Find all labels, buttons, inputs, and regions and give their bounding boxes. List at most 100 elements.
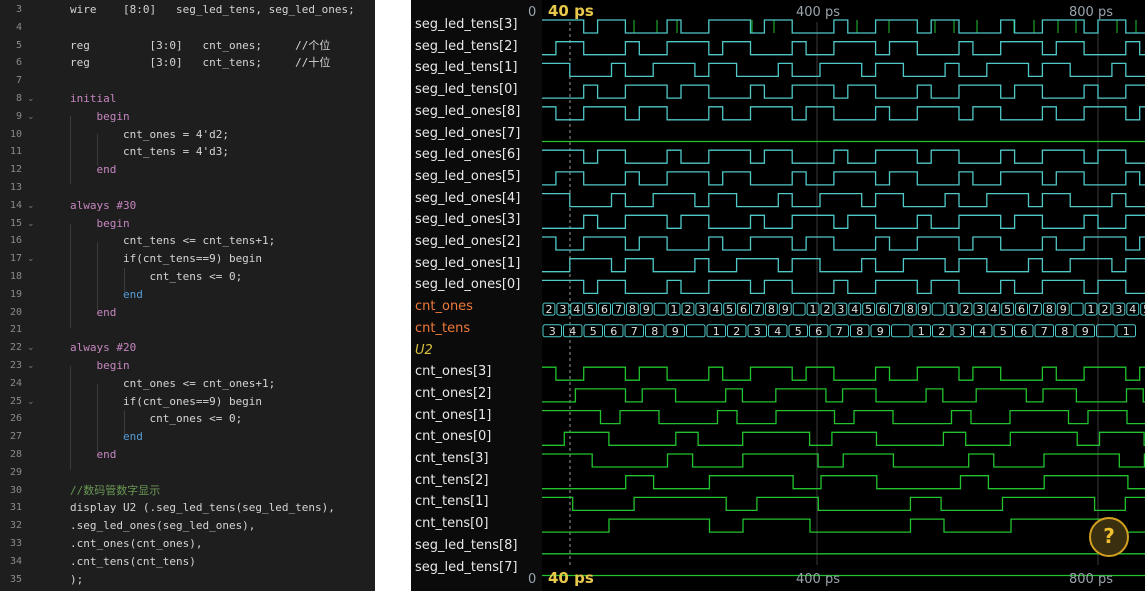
code-line[interactable]: end (70, 161, 116, 179)
code-line[interactable]: cnt_ones = 4'd2; (70, 126, 229, 144)
signal-waveform (542, 409, 1145, 425)
line-number: 10 (9, 128, 22, 140)
code-line[interactable]: cnt_tens <= cnt_tens+1; (70, 232, 275, 250)
bus-value-label: 6 (740, 303, 747, 316)
bus-value-label: 5 (1004, 303, 1011, 316)
bus-value-label: 3 (754, 325, 761, 338)
code-line[interactable]: end (70, 304, 116, 322)
bus-value-label: 9 (782, 303, 789, 316)
fold-chevron-icon[interactable]: ⌄ (27, 357, 37, 375)
bus-value-label: 5 (865, 303, 872, 316)
signal-name[interactable]: seg_led_tens[8] (415, 537, 517, 555)
code-line[interactable]: begin (70, 108, 129, 126)
signal-name[interactable]: seg_led_tens[0] (415, 81, 517, 99)
code-line[interactable]: cnt_ones <= cnt_ones+1; (70, 375, 275, 393)
code-line[interactable]: reg [3:0] cnt_tens; //十位 (70, 54, 330, 72)
bus-value-label: 9 (1082, 325, 1089, 338)
fold-chevron-icon[interactable]: ⌄ (27, 108, 37, 126)
signal-name[interactable]: seg_led_ones[8] (415, 103, 520, 121)
cursor-time-label: 40 ps (548, 2, 594, 20)
code-line[interactable]: cnt_tens = 4'd3; (70, 143, 229, 161)
bus-value-label: 7 (754, 303, 761, 316)
line-number: 27 (9, 431, 22, 443)
line-number: 24 (9, 377, 22, 389)
signal-name[interactable]: cnt_tens[3] (415, 450, 489, 468)
code-line[interactable]: end (70, 286, 143, 304)
signal-name[interactable]: seg_led_tens[2] (415, 38, 517, 56)
bus-value-label: 8 (907, 303, 914, 316)
code-line[interactable]: ); (70, 571, 83, 589)
line-number: 14 (9, 199, 22, 211)
code-line[interactable]: .cnt_ones(cnt_ones), (70, 535, 202, 553)
signal-name[interactable]: cnt_tens[2] (415, 472, 489, 490)
fold-chevron-icon[interactable]: ⌄ (27, 393, 37, 411)
signal-waveform (542, 149, 1145, 164)
code-line[interactable]: begin (70, 357, 129, 375)
signal-name[interactable]: cnt_tens (415, 320, 470, 338)
signal-name[interactable]: seg_led_ones[0] (415, 276, 520, 294)
bus-value-label: 8 (651, 325, 658, 338)
signal-name[interactable]: cnt_ones[1] (415, 407, 491, 425)
bus-value-label: 3 (1115, 303, 1122, 316)
fold-chevron-icon[interactable]: ⌄ (27, 339, 37, 357)
bus-value-label: 3 (549, 325, 556, 338)
bus-segment (1096, 324, 1116, 338)
signal-waveform (542, 19, 1145, 34)
signal-name[interactable]: cnt_tens[1] (415, 493, 489, 511)
code-line[interactable]: if(cnt_tens==9) begin (70, 250, 262, 268)
waveform-viewer[interactable]: seg_led_tens[3] seg_led_tens[2] seg_led_te… (411, 0, 1145, 591)
code-line[interactable]: cnt_ones <= 0; (70, 410, 242, 428)
line-number: 13 (9, 182, 22, 193)
signal-name[interactable]: seg_led_ones[7] (415, 125, 520, 143)
fold-chevron-icon[interactable]: ⌄ (27, 250, 37, 268)
signal-waveform (542, 236, 1145, 251)
signal-name[interactable]: seg_led_ones[2] (415, 233, 520, 251)
time-label-800ps: 800 ps (1069, 5, 1113, 20)
signal-name[interactable]: cnt_tens[0] (415, 515, 489, 533)
signal-name[interactable]: seg_led_ones[6] (415, 146, 520, 164)
waveform-plot[interactable]: 2345678912345678912345678912345678912345… (528, 0, 1145, 591)
code-line[interactable]: initial (70, 90, 116, 108)
fold-chevron-icon[interactable]: ⌄ (27, 215, 37, 233)
code-line[interactable]: reg [3:0] cnt_ones; //个位 (70, 37, 330, 55)
bus-value-label: 1 (1123, 325, 1130, 338)
code-line[interactable]: if(cnt_ones==9) begin (70, 393, 262, 411)
fold-chevron-icon[interactable]: ⌄ (27, 90, 37, 108)
signal-waveform (542, 106, 1145, 121)
signal-name[interactable]: seg_led_ones[1] (415, 255, 520, 273)
code-editor[interactable]: 3 wire [8:0] seg_led_tens, seg_led_ones; 4… (0, 0, 375, 591)
code-line[interactable]: .cnt_tens(cnt_tens) (70, 553, 196, 571)
signal-name[interactable]: seg_led_tens[1] (415, 59, 517, 77)
signal-name[interactable]: cnt_ones[0] (415, 428, 491, 446)
signal-waveform (542, 62, 1145, 78)
signal-name[interactable]: seg_led_ones[4] (415, 190, 520, 208)
code-line[interactable]: //数码管数字显示 (70, 482, 160, 500)
bus-value-label: 4 (573, 303, 580, 316)
code-line[interactable]: .seg_led_ones(seg_led_ones), (70, 517, 255, 535)
bus-value-label: 1 (671, 303, 678, 316)
code-line[interactable]: begin (70, 215, 129, 233)
line-number: 7 (15, 75, 22, 87)
code-line[interactable]: end (70, 428, 143, 446)
bus-value-label: 1 (1088, 303, 1095, 316)
line-number: 11 (9, 146, 22, 158)
help-button[interactable]: ? (1089, 517, 1129, 557)
code-line[interactable]: always #20 (70, 339, 136, 357)
fold-chevron-icon[interactable]: ⌄ (27, 197, 37, 215)
signal-name[interactable]: cnt_ones[2] (415, 385, 491, 403)
signal-name[interactable]: seg_led_ones[3] (415, 211, 520, 229)
signal-name[interactable]: seg_led_tens[7] (415, 559, 517, 577)
code-line[interactable]: cnt_tens <= 0; (70, 268, 242, 286)
code-line[interactable]: end (70, 446, 116, 464)
signal-name[interactable]: cnt_ones[3] (415, 363, 491, 381)
signal-name[interactable]: seg_led_tens[3] (415, 16, 517, 34)
time-label-400ps-bottom: 400 ps (796, 572, 840, 587)
signal-name[interactable]: seg_led_ones[5] (415, 168, 520, 186)
code-line[interactable]: always #30 (70, 197, 136, 215)
bus-value-label: 7 (1032, 303, 1039, 316)
code-line[interactable]: display U2 (.seg_led_tens(seg_led_tens), (70, 499, 335, 517)
waveform-canvas[interactable]: 2345678912345678912345678912345678912345… (542, 0, 1145, 591)
signal-name[interactable]: U2 (415, 342, 433, 360)
code-line[interactable]: wire [8:0] seg_led_tens, seg_led_ones; (70, 1, 355, 19)
signal-name[interactable]: cnt_ones (415, 298, 473, 316)
